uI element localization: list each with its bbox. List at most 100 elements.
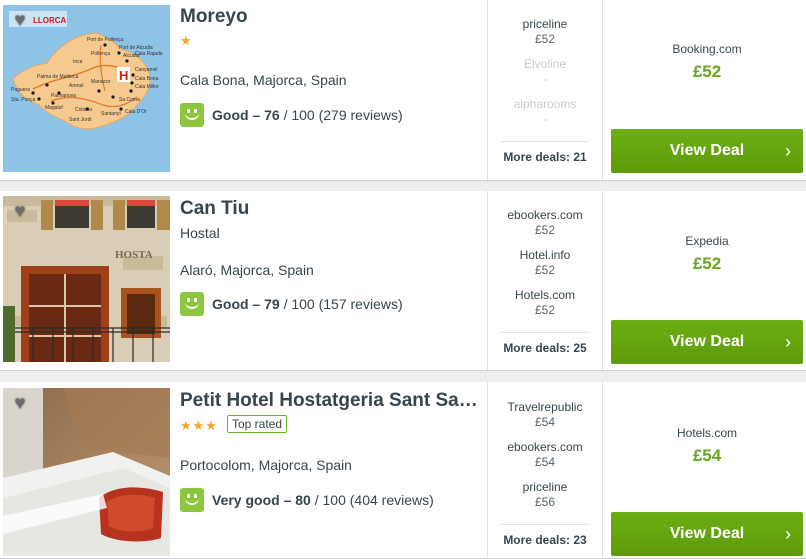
deal-price: £54 xyxy=(534,455,556,469)
deal-site: ebookers.com xyxy=(507,440,583,454)
smiley-icon xyxy=(180,103,204,127)
map-place: Sta. Ponça xyxy=(11,97,36,103)
map-place: Sant Jordi xyxy=(69,117,92,123)
guest-rating[interactable]: Very good – 80 / 100 (404 reviews) xyxy=(180,488,434,512)
guest-rating[interactable]: Good – 76 / 100 (279 reviews) xyxy=(180,103,403,127)
map-place: Magaluf xyxy=(45,105,63,111)
card-separator xyxy=(0,371,806,382)
deal-site: alpharooms xyxy=(513,97,577,111)
chevron-right-icon: › xyxy=(785,141,791,161)
hotel-location: Portocolom, Majorca, Spain xyxy=(180,457,352,473)
hotel-location: Cala Bona, Majorca, Spain xyxy=(180,72,347,88)
divider xyxy=(487,0,488,180)
map-place: Palmanova xyxy=(51,93,76,99)
hotel-thumbnail-map[interactable]: LLORCA Port de Pollença Port de Alcudia … xyxy=(3,5,170,172)
map-place: Manacor xyxy=(91,79,111,85)
view-deal-label: View Deal xyxy=(669,142,745,159)
divider xyxy=(501,141,589,142)
map-place: Cala Millor xyxy=(135,84,159,90)
divider xyxy=(487,382,488,558)
hotel-sign-text: HOSTA xyxy=(115,249,153,261)
other-deal[interactable]: Elvoline - xyxy=(497,57,593,87)
divider xyxy=(602,382,603,558)
map-place: Port de Pollença xyxy=(87,37,124,43)
more-deals-link[interactable]: More deals: 23 xyxy=(497,533,593,547)
hotel-name[interactable]: Petit Hotel Hostatgeria Sant Salvador xyxy=(180,390,478,412)
guest-rating[interactable]: Good – 79 / 100 (157 reviews) xyxy=(180,292,403,316)
other-deals: Travelrepublic £54 ebookers.com £54 pric… xyxy=(497,382,593,558)
view-deal-label: View Deal xyxy=(669,525,745,542)
map-place: Pollença xyxy=(91,51,110,57)
deal-site: Hotel.info xyxy=(519,248,571,262)
star-rating: ★ xyxy=(180,33,193,48)
chevron-right-icon: › xyxy=(785,332,791,352)
view-deal-label: View Deal xyxy=(669,333,745,350)
map-place: Colonia xyxy=(75,107,92,113)
best-deal: Expedia £52 View Deal › xyxy=(611,191,803,370)
deal-price: - xyxy=(543,112,547,126)
hotel-name[interactable]: Moreyo xyxy=(180,6,478,28)
best-deal: Hotels.com £54 View Deal › xyxy=(611,382,803,558)
hotel-info: Petit Hotel Hostatgeria Sant Salvador ★★… xyxy=(180,382,480,558)
map-place: Arenal xyxy=(69,83,83,89)
divider xyxy=(501,524,589,525)
map-place: Palma de Mallorca xyxy=(37,74,79,80)
hotel-type: Hostal xyxy=(180,225,220,241)
map-place: Cala Bona xyxy=(135,76,159,82)
chevron-right-icon: › xyxy=(785,524,791,544)
view-deal-button[interactable]: View Deal › xyxy=(611,320,803,364)
best-deal-site: Expedia xyxy=(685,234,729,248)
deal-price: £52 xyxy=(534,32,556,46)
map-place: Cala D'Or xyxy=(125,109,147,115)
other-deal[interactable]: Hotel.info £52 xyxy=(497,248,593,278)
deal-price: £54 xyxy=(534,415,556,429)
star-rating: ★★★ xyxy=(180,418,218,433)
other-deal[interactable]: priceline £52 xyxy=(497,17,593,47)
map-place: Canyamel xyxy=(135,67,158,73)
hotel-thumbnail-photo[interactable]: HOSTA ♥ xyxy=(3,196,170,362)
divider xyxy=(602,191,603,370)
rating-reviews: / 100 (279 reviews) xyxy=(279,107,403,123)
rating-score: Good – 76 xyxy=(212,107,280,123)
deal-price: £52 xyxy=(534,223,556,237)
more-deals-link[interactable]: More deals: 21 xyxy=(497,150,593,164)
hotel-name[interactable]: Can Tiu xyxy=(180,198,478,220)
best-deal-price: £54 xyxy=(692,446,722,465)
card-separator xyxy=(0,181,806,191)
map-place: Inca xyxy=(73,59,83,65)
map-place: Santanyí xyxy=(101,111,121,117)
other-deal[interactable]: ebookers.com £52 xyxy=(497,208,593,238)
divider xyxy=(602,0,603,180)
other-deals: priceline £52 Elvoline - alpharooms - Mo… xyxy=(497,0,593,180)
view-deal-button[interactable]: View Deal › xyxy=(611,129,803,173)
deal-site: Hotels.com xyxy=(514,288,576,302)
deal-price: £52 xyxy=(534,303,556,317)
best-deal-site: Hotels.com xyxy=(676,426,738,440)
hotel-card: ♥ Petit Hotel Hostatgeria Sant Salvador … xyxy=(0,382,806,559)
view-deal-button[interactable]: View Deal › xyxy=(611,512,803,556)
hotel-card: HOSTA ♥ Can Tiu Hostal Alaró, Majorca, S… xyxy=(0,191,806,371)
top-rated-badge: Top rated xyxy=(227,415,288,433)
best-deal-price: £52 xyxy=(692,62,722,81)
hotel-location: Alaró, Majorca, Spain xyxy=(180,262,314,278)
more-deals-link[interactable]: More deals: 25 xyxy=(497,341,593,355)
hotel-thumbnail-photo[interactable]: ♥ xyxy=(3,388,170,556)
heart-icon[interactable]: ♥ xyxy=(9,202,31,222)
other-deal[interactable]: ebookers.com £54 xyxy=(497,440,593,470)
hotel-pin-icon: H xyxy=(119,68,128,83)
best-deal-price: £52 xyxy=(692,254,722,273)
other-deal[interactable]: priceline £56 xyxy=(497,480,593,510)
smiley-icon xyxy=(180,292,204,316)
rating-score: Very good – 80 xyxy=(212,492,311,508)
other-deal[interactable]: Travelrepublic £54 xyxy=(497,400,593,430)
other-deal[interactable]: Hotels.com £52 xyxy=(497,288,593,318)
divider xyxy=(501,332,589,333)
deal-site: priceline xyxy=(522,17,568,31)
hotel-info: Can Tiu Hostal Alaró, Majorca, Spain Goo… xyxy=(180,191,480,370)
rating-reviews: / 100 (404 reviews) xyxy=(310,492,434,508)
deal-site: Elvoline xyxy=(523,57,567,71)
other-deal[interactable]: alpharooms - xyxy=(497,97,593,127)
heart-icon[interactable]: ♥ xyxy=(9,11,31,31)
map-place: Sa Coma xyxy=(119,97,140,103)
heart-icon[interactable]: ♥ xyxy=(9,394,31,414)
